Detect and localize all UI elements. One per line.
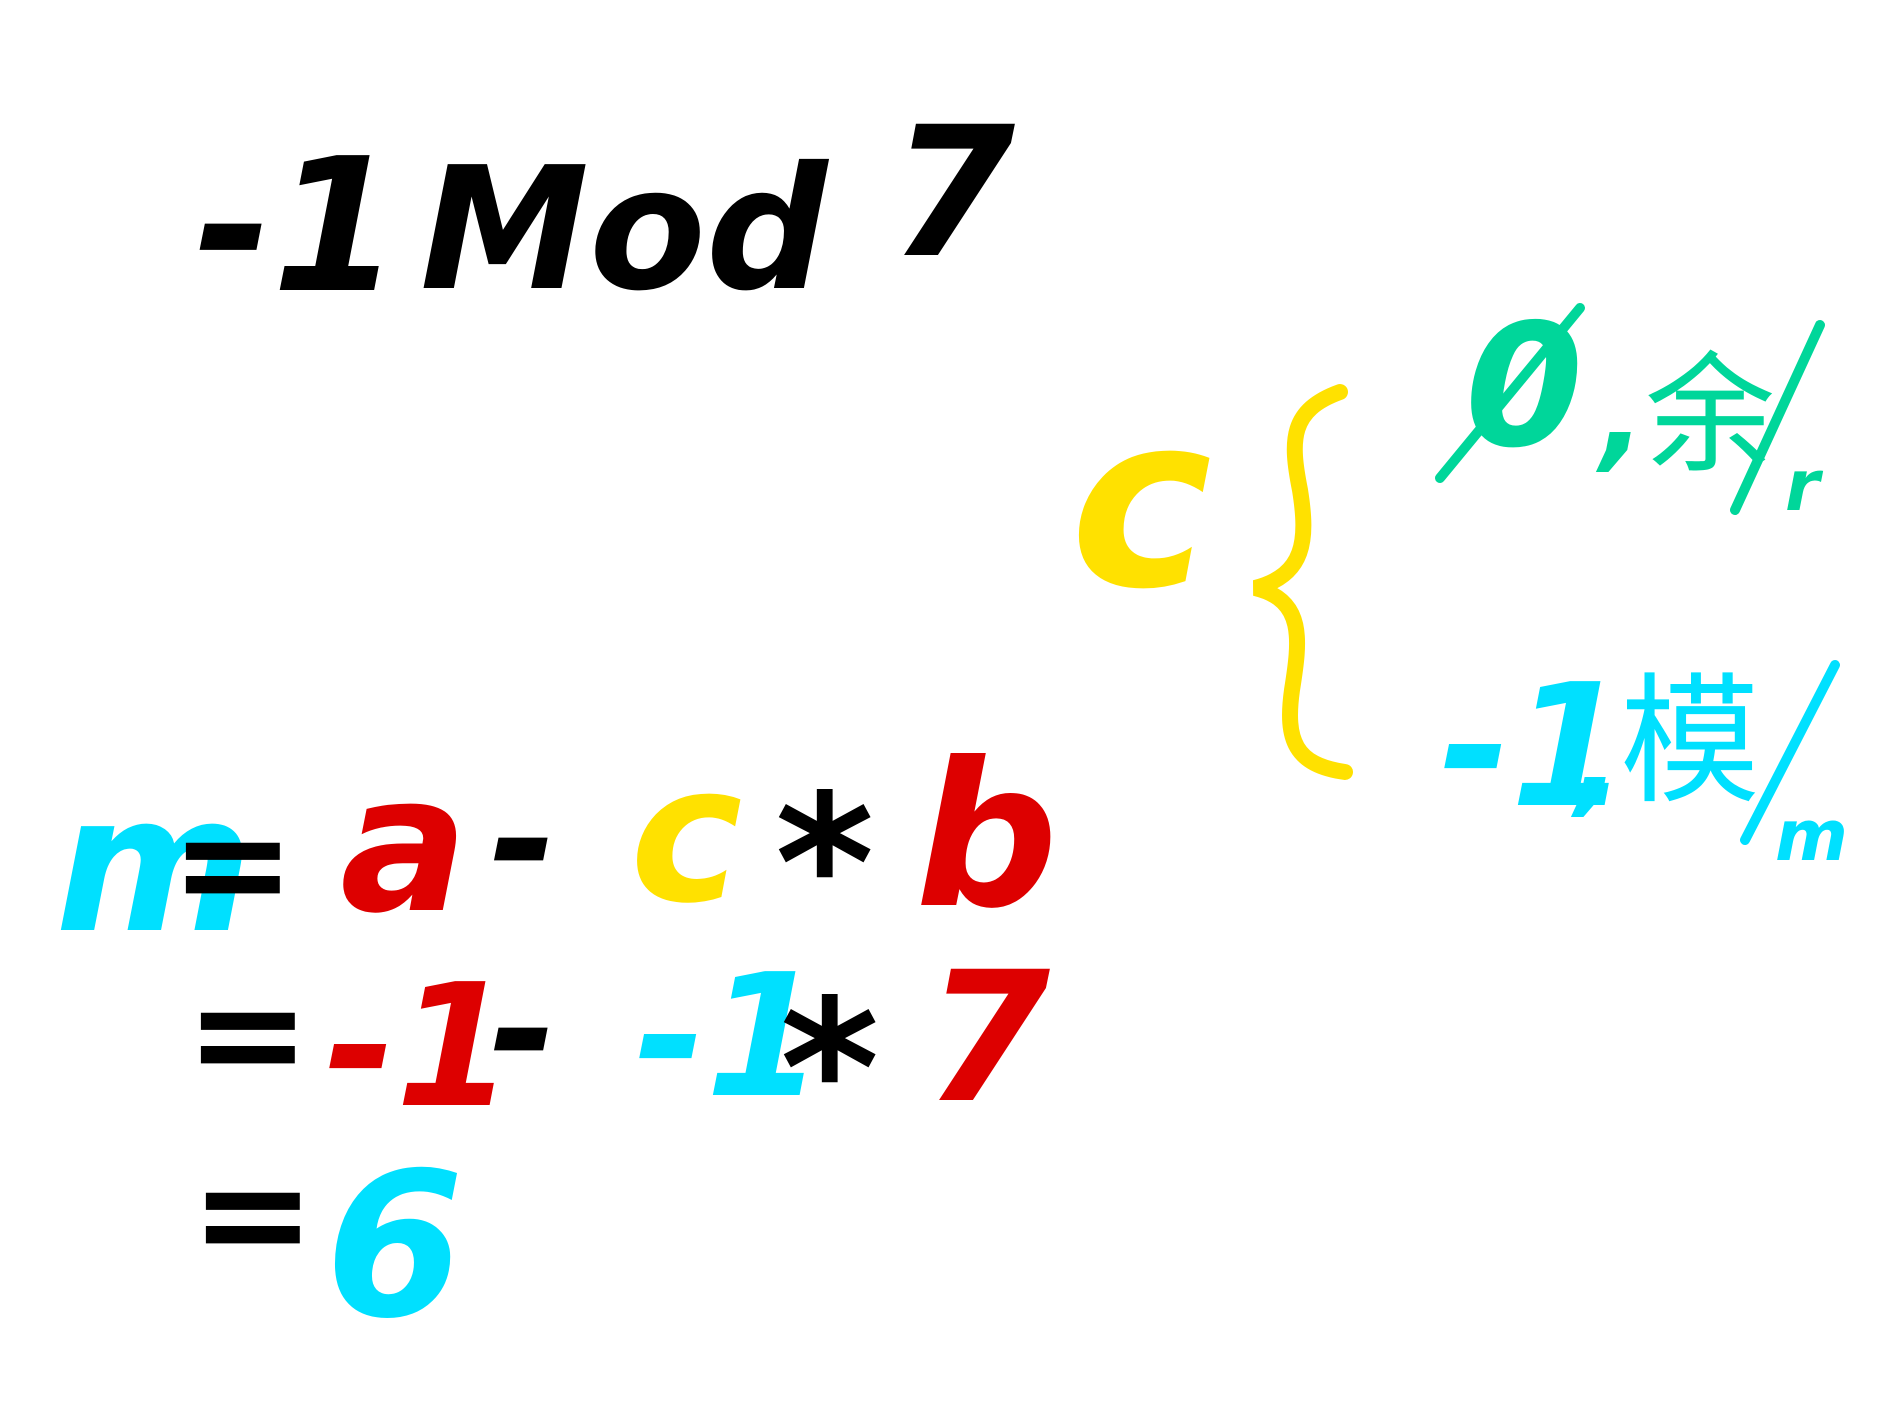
case-split: c 0 , 余 r -1 , 模 m <box>1070 288 1848 877</box>
line3-eq: = <box>190 1127 316 1301</box>
line1-eq: = <box>170 777 296 951</box>
mod-label: 模 <box>1620 661 1760 824</box>
line2-a: -1 <box>325 948 514 1146</box>
formula-line-3: = 6 <box>190 1127 464 1363</box>
line1-b: b <box>915 720 1058 953</box>
line1-a: a <box>340 734 468 955</box>
title-b: 7 <box>890 89 1015 298</box>
line2-minus: - <box>490 936 556 1123</box>
title-expression: -1 Mod 7 <box>195 89 1015 334</box>
case-remainder: 0 , 余 r <box>1435 288 1825 527</box>
line1-minus: - <box>490 746 556 933</box>
line2-b: 7 <box>925 934 1050 1143</box>
formula-line-1: m = a - c * b <box>55 720 1058 975</box>
line1-c: c <box>630 724 743 945</box>
case-modulo: -1 , 模 m <box>1440 648 1848 877</box>
title-op: Mod <box>420 131 830 329</box>
line2-times: * <box>780 959 879 1180</box>
left-brace <box>1252 384 1353 780</box>
mod-sep: , <box>1570 690 1621 829</box>
rem-sep: , <box>1595 345 1646 484</box>
rem-sub: r <box>1785 445 1824 527</box>
whiteboard: -1 Mod 7 c 0 , 余 r -1 , 模 m m = a - c * … <box>0 0 1890 1417</box>
whiteboard-canvas: -1 Mod 7 c 0 , 余 r -1 , 模 m m = a - c * … <box>55 89 1848 1363</box>
line2-eq: = <box>185 947 311 1121</box>
brace-var-c: c <box>1070 362 1212 642</box>
mod-sub: m <box>1775 795 1848 877</box>
title-a: -1 <box>195 118 401 334</box>
line3-result: 6 <box>325 1130 464 1363</box>
